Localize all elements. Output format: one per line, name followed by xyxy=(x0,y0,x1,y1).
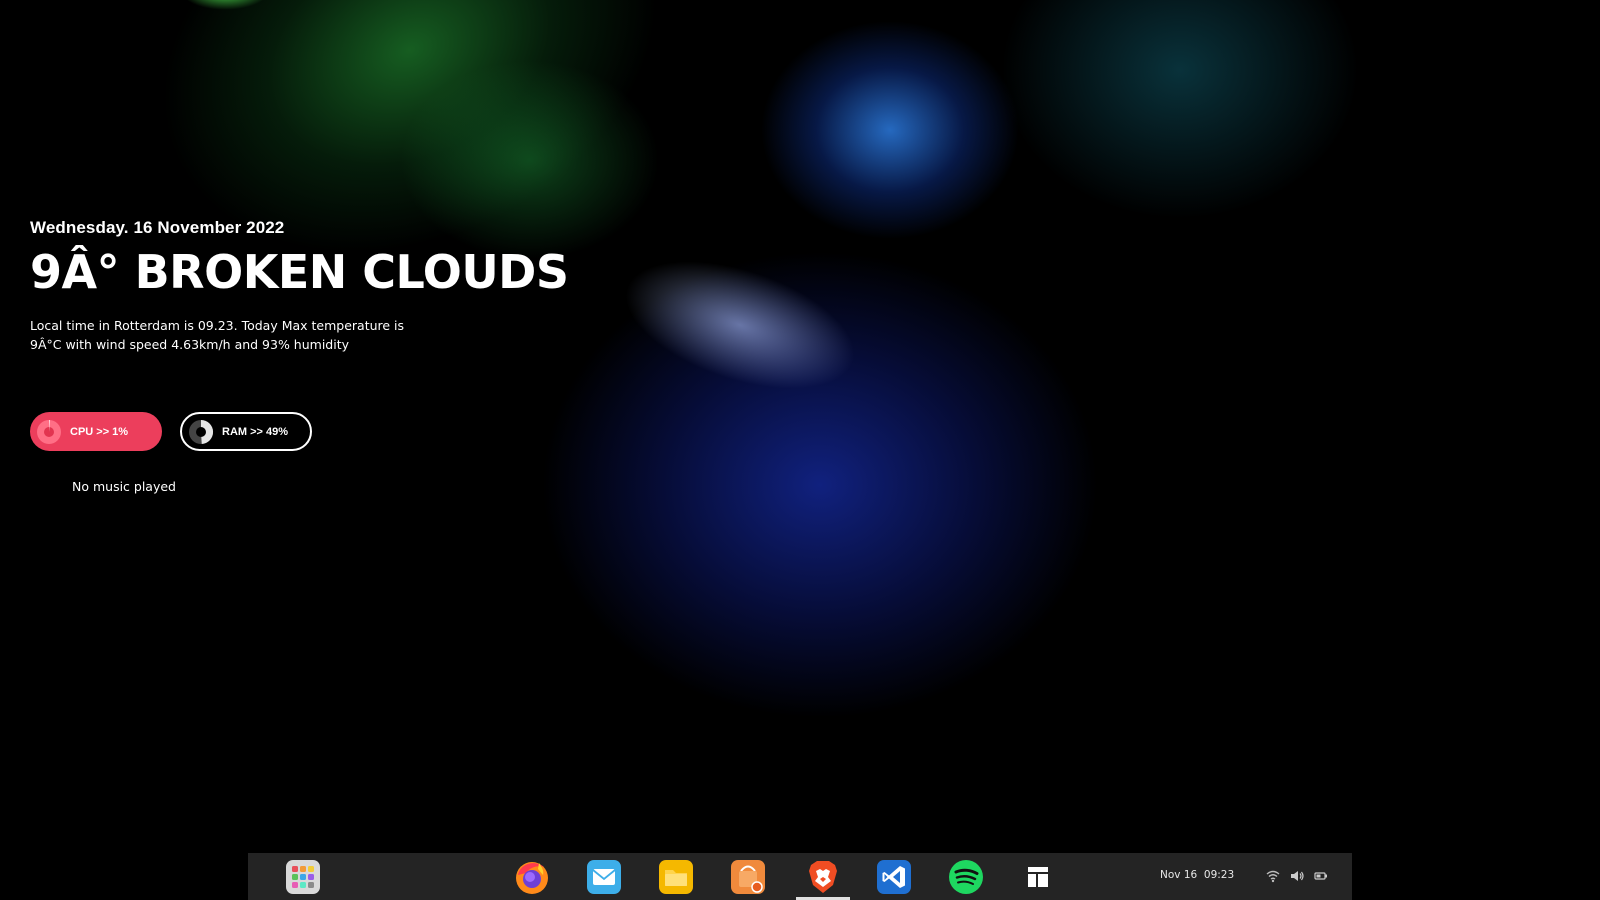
wallpaper-white-highlight xyxy=(608,235,872,415)
files-icon[interactable] xyxy=(658,859,694,895)
wallpaper-blue-light-cloud xyxy=(540,250,1100,720)
ram-gauge-icon xyxy=(189,419,214,444)
dock: Nov 16 09:23 xyxy=(248,853,1352,900)
brave-browser-icon[interactable] xyxy=(805,859,841,895)
wallpaper-teal-light-streak xyxy=(1000,0,1360,220)
weather-widget: Wednesday. 16 November 2022 9Â° BROKEN C… xyxy=(30,218,569,494)
spotify-icon[interactable] xyxy=(948,859,984,895)
weather-description: Local time in Rotterdam is 09.23. Today … xyxy=(30,316,430,354)
cpu-usage-pill: CPU >> 1% xyxy=(30,412,162,451)
weather-description-line: Local time in Rotterdam is 09.23. Today … xyxy=(30,318,405,333)
desktop: Wednesday. 16 November 2022 9Â° BROKEN C… xyxy=(0,0,1600,900)
system-stats: CPU >> 1% RAM >> 49% xyxy=(30,412,569,451)
wallpaper-blue-light-streak xyxy=(760,20,1020,240)
app-grid-icon[interactable] xyxy=(285,859,321,895)
cpu-usage-label: CPU >> 1% xyxy=(70,425,129,438)
software-store-icon[interactable] xyxy=(730,859,766,895)
ram-usage-label: RAM >> 49% xyxy=(222,425,289,438)
clock-time: 09:23 xyxy=(1203,869,1235,881)
date-line: Wednesday. 16 November 2022 xyxy=(30,218,285,237)
weather-headline: 9Â° BROKEN CLOUDS xyxy=(30,245,569,299)
firefox-icon[interactable] xyxy=(514,859,550,895)
weather-description-line: 9Â°C with wind speed 4.63km/h and 93% hu… xyxy=(30,337,350,352)
vscode-icon[interactable] xyxy=(876,859,912,895)
battery-icon[interactable] xyxy=(1314,869,1328,883)
wifi-icon[interactable] xyxy=(1266,869,1280,883)
wallpaper-green-highlight xyxy=(180,0,270,10)
clock[interactable]: Nov 16 09:23 xyxy=(1160,869,1234,881)
music-status: No music played xyxy=(72,479,176,494)
clock-date: Nov 16 xyxy=(1160,869,1198,881)
cpu-gauge-icon xyxy=(37,419,61,444)
window-layout-icon[interactable] xyxy=(1020,859,1056,895)
mail-icon[interactable] xyxy=(586,859,622,895)
volume-icon[interactable] xyxy=(1290,869,1304,883)
ram-usage-pill: RAM >> 49% xyxy=(180,412,312,451)
